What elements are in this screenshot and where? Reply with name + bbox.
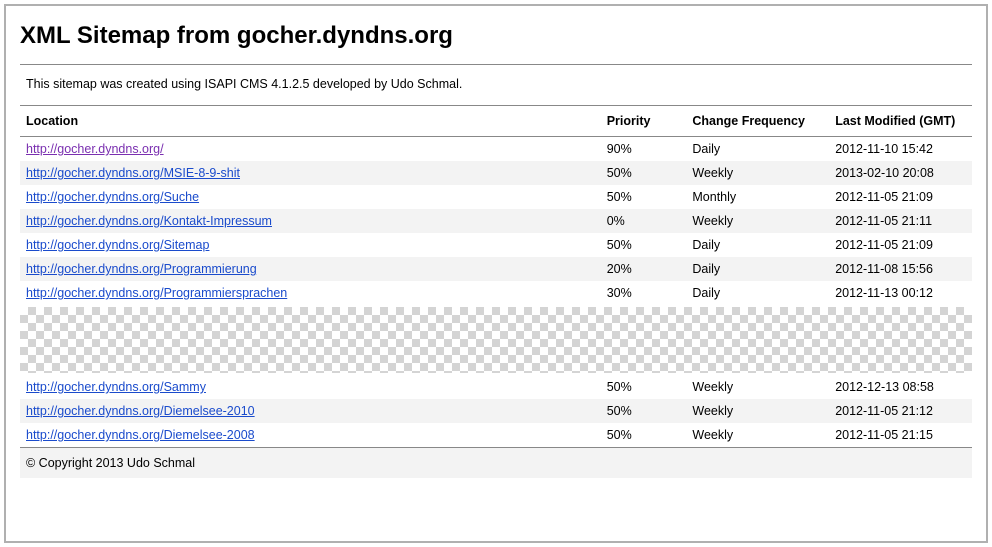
cell-priority: 50% (601, 375, 687, 399)
table-row: http://gocher.dyndns.org/90%Daily2012-11… (20, 137, 972, 162)
table-row: http://gocher.dyndns.org/Suche 50%Monthly… (20, 185, 972, 209)
cell-location: http://gocher.dyndns.org/Kontakt-Impress… (20, 209, 601, 233)
cell-change-frequency: Monthly (686, 185, 829, 209)
cell-change-frequency: Weekly (686, 209, 829, 233)
cell-last-modified: 2012-11-05 21:12 (829, 399, 972, 423)
cell-location: http://gocher.dyndns.org/Programmierspra… (20, 281, 601, 305)
footer: © Copyright 2013 Udo Schmal (20, 447, 972, 478)
col-priority: Priority (601, 106, 687, 137)
cell-change-frequency: Weekly (686, 399, 829, 423)
cell-location: http://gocher.dyndns.org/MSIE-8-9-shit (20, 161, 601, 185)
cell-priority: 30% (601, 281, 687, 305)
page-title: XML Sitemap from gocher.dyndns.org (20, 22, 972, 50)
col-change-frequency: Change Frequency (686, 106, 829, 137)
cell-last-modified: 2012-11-08 15:56 (829, 257, 972, 281)
cell-change-frequency: Daily (686, 257, 829, 281)
cell-change-frequency: Weekly (686, 375, 829, 399)
divider (20, 64, 972, 65)
cell-location: http://gocher.dyndns.org/Suche (20, 185, 601, 209)
document-frame: XML Sitemap from gocher.dyndns.org This … (4, 4, 988, 543)
cell-change-frequency: Daily (686, 281, 829, 305)
table-row: http://gocher.dyndns.org/MSIE-8-9-shit 50… (20, 161, 972, 185)
cell-location: http://gocher.dyndns.org/ (20, 137, 601, 162)
sitemap-link[interactable]: http://gocher.dyndns.org/ (26, 142, 164, 156)
cell-change-frequency: Daily (686, 137, 829, 162)
sitemap-link[interactable]: http://gocher.dyndns.org/Sammy (26, 380, 206, 394)
sitemap-link[interactable]: http://gocher.dyndns.org/Programmierung (26, 262, 257, 276)
cell-priority: 0% (601, 209, 687, 233)
sitemap-link[interactable]: http://gocher.dyndns.org/Suche (26, 190, 199, 204)
cell-last-modified: 2012-11-05 21:09 (829, 185, 972, 209)
col-last-modified: Last Modified (GMT) (829, 106, 972, 137)
cell-priority: 50% (601, 161, 687, 185)
copyright-text: © Copyright 2013 Udo Schmal (26, 456, 195, 470)
table-row: http://gocher.dyndns.org/Diemelsee-2008 5… (20, 423, 972, 447)
cell-last-modified: 2013-02-10 20:08 (829, 161, 972, 185)
cell-priority: 50% (601, 185, 687, 209)
cell-location: http://gocher.dyndns.org/Sitemap (20, 233, 601, 257)
cell-last-modified: 2012-11-05 21:09 (829, 233, 972, 257)
cell-last-modified: 2012-11-13 00:12 (829, 281, 972, 305)
cell-last-modified: 2012-11-05 21:11 (829, 209, 972, 233)
cell-priority: 90% (601, 137, 687, 162)
sitemap-link[interactable]: http://gocher.dyndns.org/Diemelsee-2008 (26, 428, 255, 442)
cell-priority: 50% (601, 423, 687, 447)
table-row: http://gocher.dyndns.org/Kontakt-Impress… (20, 209, 972, 233)
cell-priority: 50% (601, 233, 687, 257)
table-row: http://gocher.dyndns.org/Diemelsee-2010 5… (20, 399, 972, 423)
cell-change-frequency: Daily (686, 233, 829, 257)
cell-priority: 50% (601, 399, 687, 423)
cell-location: http://gocher.dyndns.org/Programmierung (20, 257, 601, 281)
cell-change-frequency: Weekly (686, 423, 829, 447)
cell-last-modified: 2012-12-13 08:58 (829, 375, 972, 399)
sitemap-table-continued: http://gocher.dyndns.org/Sammy50%Weekly2… (20, 375, 972, 447)
sitemap-link[interactable]: http://gocher.dyndns.org/Kontakt-Impress… (26, 214, 272, 228)
cell-priority: 20% (601, 257, 687, 281)
intro-text: This sitemap was created using ISAPI CMS… (26, 77, 972, 91)
table-row: http://gocher.dyndns.org/Sitemap 50%Daily… (20, 233, 972, 257)
table-row: http://gocher.dyndns.org/Sammy 50%Weekly2… (20, 375, 972, 399)
cell-location: http://gocher.dyndns.org/Sammy (20, 375, 601, 399)
cell-last-modified: 2012-11-10 15:42 (829, 137, 972, 162)
cell-last-modified: 2012-11-05 21:15 (829, 423, 972, 447)
sitemap-link[interactable]: http://gocher.dyndns.org/Programmierspra… (26, 286, 287, 300)
sitemap-link[interactable]: http://gocher.dyndns.org/MSIE-8-9-shit (26, 166, 240, 180)
cell-change-frequency: Weekly (686, 161, 829, 185)
sitemap-table: Location Priority Change Frequency Last … (20, 106, 972, 305)
table-row: http://gocher.dyndns.org/Programmierspra… (20, 281, 972, 305)
sitemap-link[interactable]: http://gocher.dyndns.org/Sitemap (26, 238, 209, 252)
table-header-row: Location Priority Change Frequency Last … (20, 106, 972, 137)
cell-location: http://gocher.dyndns.org/Diemelsee-2008 (20, 423, 601, 447)
sitemap-link[interactable]: http://gocher.dyndns.org/Diemelsee-2010 (26, 404, 255, 418)
col-location: Location (20, 106, 601, 137)
obscured-region (20, 307, 972, 373)
cell-location: http://gocher.dyndns.org/Diemelsee-2010 (20, 399, 601, 423)
table-row: http://gocher.dyndns.org/Programmierung 2… (20, 257, 972, 281)
